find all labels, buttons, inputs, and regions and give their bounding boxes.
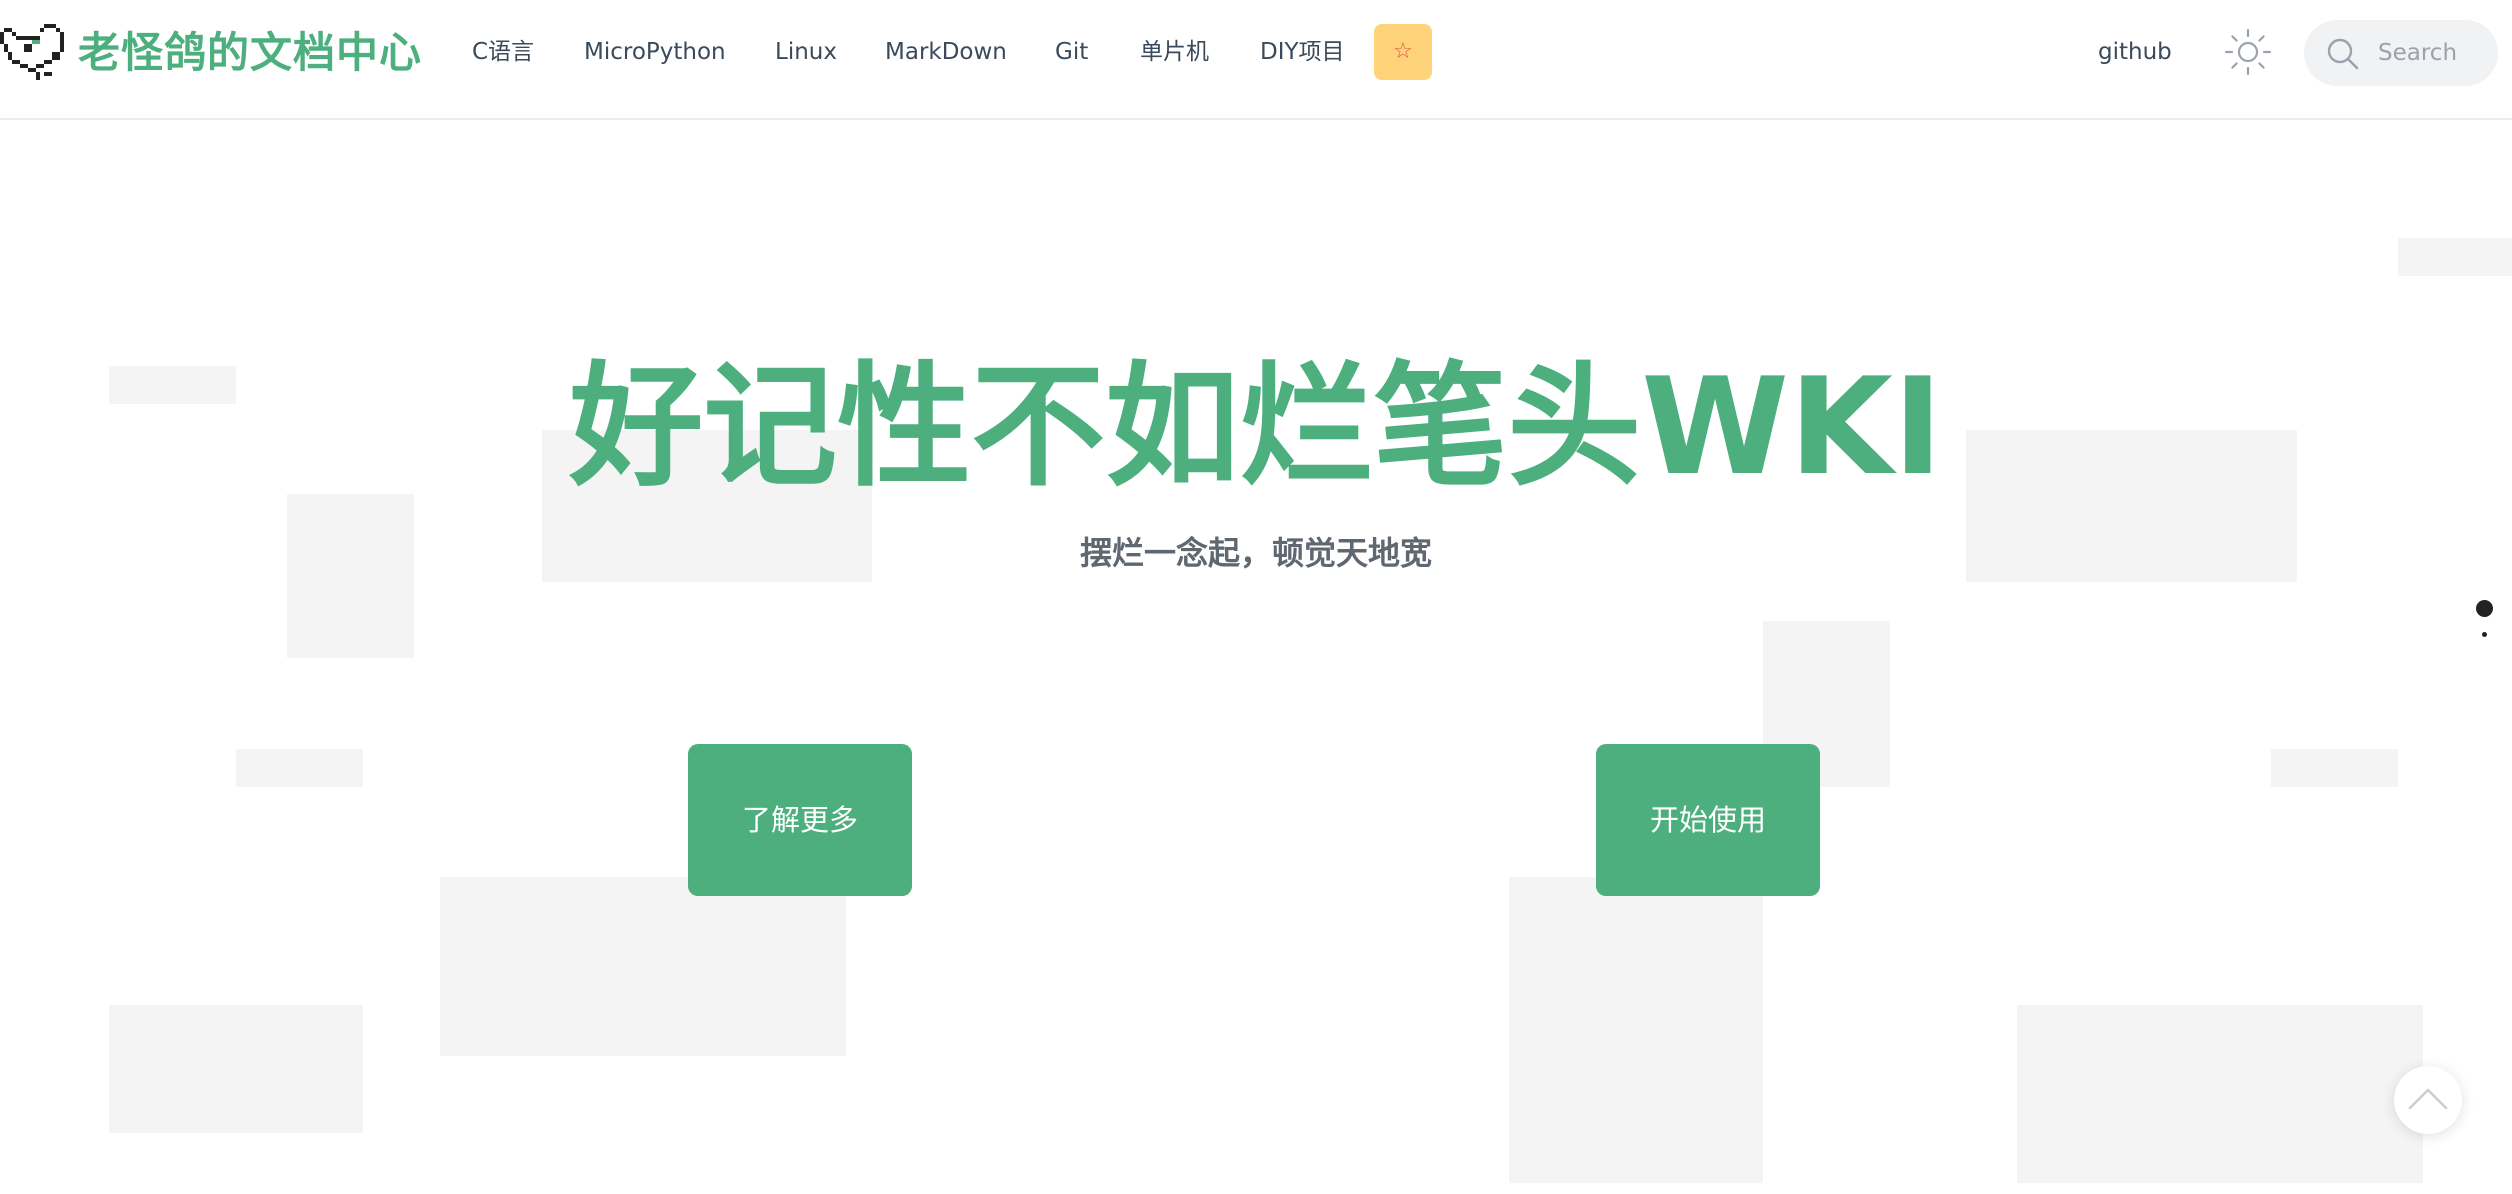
page-indicator-dot-active[interactable]	[2476, 600, 2493, 617]
pixel-pigeon-icon[interactable]	[0, 24, 64, 80]
nav-item-linux[interactable]: Linux	[775, 30, 837, 74]
bg-block	[236, 749, 363, 787]
back-to-top-button[interactable]	[2394, 1066, 2462, 1134]
site-title[interactable]: 老怪鸽的文档中心	[78, 22, 422, 84]
bg-block	[109, 1005, 363, 1133]
nav-item-c[interactable]: C语言	[472, 30, 534, 74]
get-started-button[interactable]: 开始使用	[1596, 744, 1820, 896]
chevron-up-icon	[2408, 1088, 2448, 1110]
bg-block	[2271, 749, 2398, 787]
nav-item-micropython[interactable]: MicroPython	[584, 30, 726, 74]
star-button[interactable]: ☆	[1374, 24, 1432, 80]
nav-item-markdown[interactable]: MarkDown	[885, 30, 1007, 74]
navbar: 老怪鸽的文档中心 C语言 MicroPython Linux MarkDown …	[0, 0, 2512, 120]
bg-block	[2398, 238, 2512, 276]
page-indicator-dot[interactable]	[2482, 632, 2487, 637]
bg-block	[1509, 877, 1763, 1183]
learn-more-button[interactable]: 了解更多	[688, 744, 912, 896]
search-icon	[2327, 38, 2359, 70]
bg-block	[2017, 1005, 2423, 1183]
github-link[interactable]: github	[2098, 30, 2172, 74]
search-input[interactable]	[2368, 20, 2488, 86]
hero-tagline: 摆烂一念起，顿觉天地宽	[1079, 534, 1432, 572]
bg-block	[287, 494, 414, 658]
nav-item-diy[interactable]: DIY项目	[1260, 30, 1345, 74]
hero-title: 好记性不如烂笔头WKI	[569, 349, 1943, 505]
sun-icon[interactable]	[2222, 26, 2274, 78]
bg-block	[440, 877, 846, 1056]
search-box	[2304, 20, 2498, 86]
nav-item-git[interactable]: Git	[1055, 30, 1088, 74]
nav-item-mcu[interactable]: 单片机	[1140, 30, 1209, 74]
